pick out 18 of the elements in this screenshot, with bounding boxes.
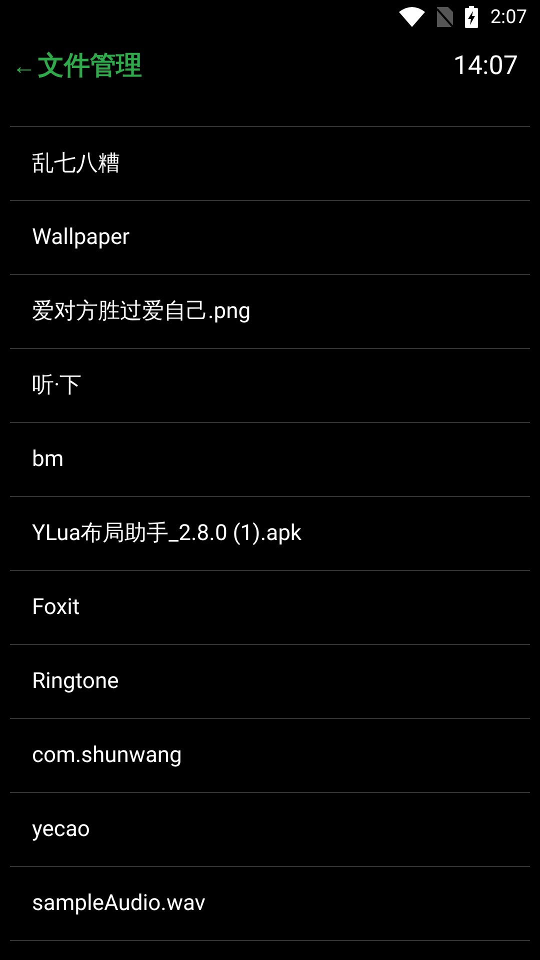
file-item[interactable]: Wallpaper	[10, 201, 530, 275]
page-title: 文件管理	[38, 50, 142, 82]
back-button[interactable]: ←	[12, 54, 36, 78]
wifi-icon	[399, 7, 426, 27]
file-item[interactable]: com.shunwang	[10, 719, 530, 793]
status-time: 2:07	[490, 4, 527, 30]
file-item[interactable]: 乱七八糟	[10, 127, 530, 201]
file-item[interactable]: 听·下	[10, 349, 530, 423]
file-item[interactable]: bm	[10, 423, 530, 497]
no-sim-icon	[437, 7, 454, 27]
file-item[interactable]: Foxit	[10, 571, 530, 645]
file-item[interactable]: sampleAudio.wav	[10, 867, 530, 941]
file-item[interactable]: yecao	[10, 793, 530, 867]
file-item[interactable]: Ringtone	[10, 645, 530, 719]
clock: 14:07	[453, 50, 518, 82]
file-item[interactable]: YLua布局助手_2.8.0 (1).apk	[10, 497, 530, 571]
battery-charging-icon	[465, 6, 478, 28]
file-item[interactable]: 爱对方胜过爱自己.png	[10, 275, 530, 349]
